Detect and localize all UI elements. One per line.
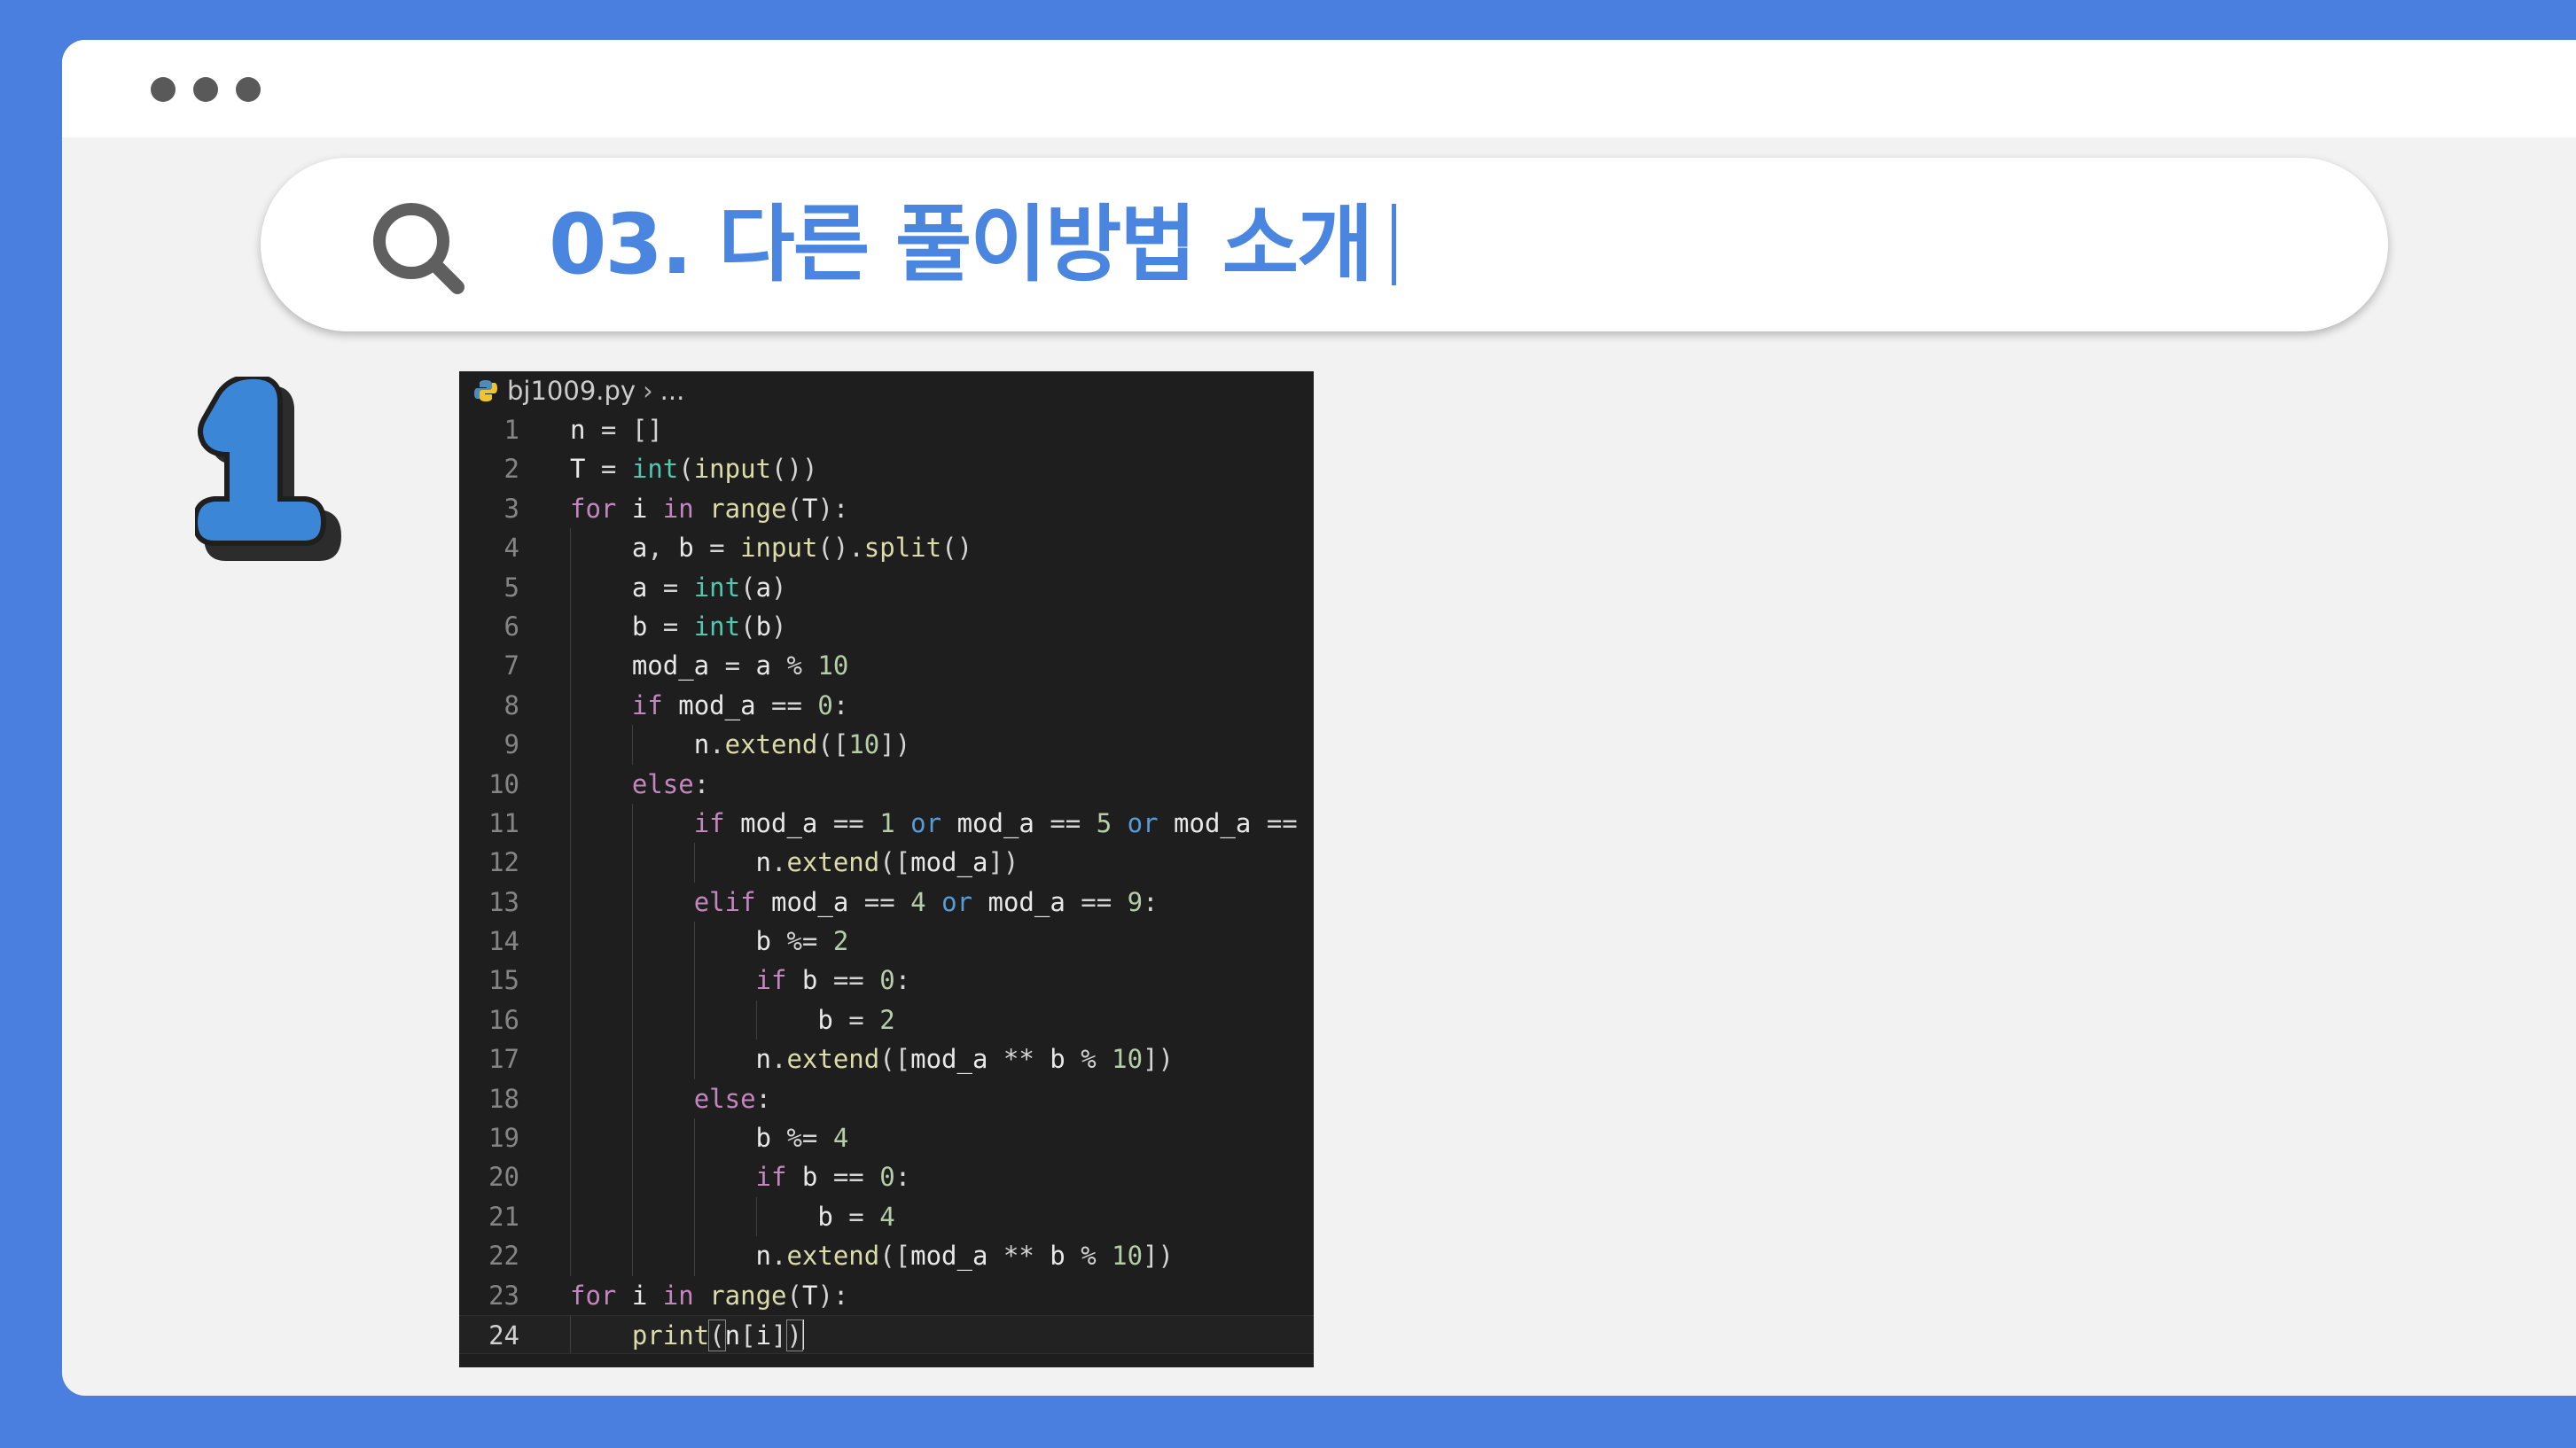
code-text: n = []: [570, 415, 663, 445]
code-line[interactable]: 24 print(n[i]): [459, 1314, 1314, 1355]
window-dot-icon[interactable]: [193, 77, 218, 102]
line-number: 3: [503, 493, 519, 524]
code-line[interactable]: 22 n.extend([mod_a ** b % 10]): [459, 1236, 1314, 1276]
code-text: a, b = input().split(): [631, 533, 973, 564]
code-line[interactable]: 23 for i in range(T):: [459, 1276, 1314, 1315]
code-line[interactable]: 17 n.extend([mod_a ** b % 10]): [459, 1039, 1314, 1079]
line-number: 23: [488, 1280, 519, 1311]
code-text: b = 2: [817, 1004, 895, 1035]
breadcrumb-more[interactable]: ...: [660, 376, 685, 406]
code-text: n.extend([mod_a ** b % 10]): [755, 1044, 1174, 1075]
code-line[interactable]: 4 a, b = input().split(): [459, 528, 1314, 568]
chevron-right-icon: ›: [643, 376, 653, 406]
line-number: 22: [488, 1241, 519, 1272]
window-dot-icon[interactable]: [236, 77, 261, 102]
code-line[interactable]: 6 b = int(b): [459, 606, 1314, 647]
line-number: 24: [488, 1320, 519, 1351]
code-text: for i in range(T):: [570, 1280, 849, 1311]
code-text: if b == 0:: [755, 1162, 911, 1193]
line-number: 5: [503, 572, 519, 603]
line-number: 7: [503, 650, 519, 681]
code-line[interactable]: 2 T = int(input()): [459, 449, 1314, 488]
code-line[interactable]: 1 n = []: [459, 410, 1314, 449]
code-line[interactable]: 5 a = int(a): [459, 567, 1314, 607]
line-number: 6: [503, 611, 519, 642]
code-line[interactable]: 16 b = 2: [459, 1000, 1314, 1040]
code-area[interactable]: 1 n = [] 2 T = int(input()) 3 for i in range(…: [459, 410, 1314, 1355]
code-text: n.extend([mod_a]): [755, 847, 1019, 878]
line-number: 18: [488, 1083, 519, 1114]
code-text: b = int(b): [631, 611, 787, 642]
line-number: 19: [488, 1123, 519, 1154]
file-name[interactable]: bj1009.py: [507, 376, 636, 406]
code-line[interactable]: 13 elif mod_a == 4 or mod_a == 9:: [459, 882, 1314, 923]
line-number: 11: [488, 807, 519, 838]
line-number: 1: [503, 415, 519, 445]
code-line[interactable]: 11 if mod_a == 1 or mod_a == 5 or mod_a …: [459, 803, 1314, 844]
line-number: 8: [503, 689, 519, 720]
code-text: n.extend([10]): [693, 729, 911, 760]
browser-window: 03. 다른 풀이방법 소개 bj1009.py › ... 1 n = [] 2 T…: [62, 40, 2576, 1396]
line-number: 15: [488, 965, 519, 996]
code-text: n.extend([mod_a ** b % 10]): [755, 1241, 1174, 1272]
search-input[interactable]: 03. 다른 풀이방법 소개: [549, 197, 1396, 294]
code-text: elif mod_a == 4 or mod_a == 9:: [693, 886, 1159, 917]
code-text: else:: [693, 1083, 771, 1114]
line-number: 10: [488, 768, 519, 799]
code-editor[interactable]: bj1009.py › ... 1 n = [] 2 T = int(input())…: [459, 371, 1314, 1367]
python-file-icon: [474, 380, 497, 401]
number-one-badge-icon: [195, 377, 341, 561]
code-line[interactable]: 9 n.extend([10]): [459, 725, 1314, 765]
code-line[interactable]: 3 for i in range(T):: [459, 489, 1314, 528]
line-number: 4: [503, 533, 519, 564]
line-number: 13: [488, 886, 519, 917]
code-text: if mod_a == 0:: [631, 689, 849, 720]
code-line[interactable]: 15 if b == 0:: [459, 961, 1314, 1000]
line-number: 2: [503, 454, 519, 485]
code-line[interactable]: 12 n.extend([mod_a]): [459, 843, 1314, 883]
search-icon: [373, 203, 464, 294]
line-number: 21: [488, 1201, 519, 1232]
code-line[interactable]: 8 if mod_a == 0:: [459, 685, 1314, 726]
window-dot-icon[interactable]: [151, 77, 176, 102]
line-number: 12: [488, 847, 519, 878]
code-line[interactable]: 18 else:: [459, 1078, 1314, 1119]
code-line[interactable]: 14 b %= 2: [459, 922, 1314, 961]
code-text: if mod_a == 1 or mod_a == 5 or mod_a == …: [693, 807, 1314, 838]
code-text: else:: [631, 768, 710, 799]
breadcrumb[interactable]: bj1009.py › ...: [459, 371, 1314, 410]
line-number: 9: [503, 729, 519, 760]
code-line[interactable]: 19 b %= 4: [459, 1118, 1314, 1158]
code-text: b %= 2: [755, 926, 849, 957]
search-bar[interactable]: 03. 다른 풀이방법 소개: [261, 158, 2388, 331]
code-text: T = int(input()): [570, 454, 818, 485]
code-text: print(n[i]): [631, 1319, 804, 1351]
code-line[interactable]: 20 if b == 0:: [459, 1157, 1314, 1197]
code-text: mod_a = a % 10: [631, 650, 849, 681]
code-text: if b == 0:: [755, 965, 911, 996]
line-number: 14: [488, 926, 519, 957]
text-caret: [1391, 204, 1396, 285]
code-text: for i in range(T):: [570, 493, 849, 524]
section-title: 03. 다른 풀이방법 소개: [549, 197, 1374, 293]
line-number: 20: [488, 1162, 519, 1193]
code-line[interactable]: 10 else:: [459, 764, 1314, 804]
code-line[interactable]: 7 mod_a = a % 10: [459, 646, 1314, 686]
code-text: a = int(a): [631, 572, 787, 603]
window-titlebar: [62, 40, 2576, 137]
code-line[interactable]: 21 b = 4: [459, 1196, 1314, 1237]
line-number: 16: [488, 1004, 519, 1035]
code-text: b = 4: [817, 1201, 895, 1232]
line-number: 17: [488, 1044, 519, 1075]
code-text: b %= 4: [755, 1123, 849, 1154]
